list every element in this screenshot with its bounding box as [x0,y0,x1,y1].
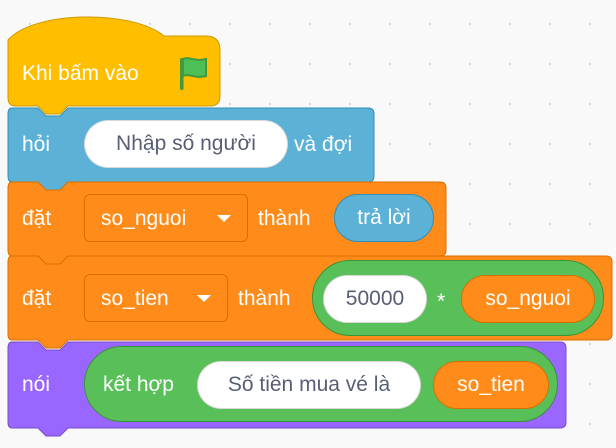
join-operator-reporter[interactable]: kết hợp Số tiền mua vé là so_tien [84,346,558,422]
set-so-tien-block[interactable]: đặt so_tien thành 50000 * so_nguoi [6,254,614,349]
ask-suffix-label: và đợi [294,133,353,156]
set-so-nguoi-block[interactable]: đặt so_nguoi thành trả lời [6,180,448,265]
multiply-sign: * [437,290,446,313]
set2-label: đặt [22,287,52,310]
set1-variable-name: so_nguoi [101,207,187,230]
hat-label: Khi bấm vào [22,62,139,85]
set1-variable-dropdown[interactable]: so_nguoi [84,194,248,242]
chevron-down-icon [197,295,211,302]
set2-variable-name: so_tien [101,287,169,310]
set2-variable-dropdown[interactable]: so_tien [84,274,228,322]
ask-question-input[interactable]: Nhập số người [84,120,288,168]
so-nguoi-variable-reporter[interactable]: so_nguoi [461,275,595,323]
so-tien-variable-reporter[interactable]: so_tien [433,361,549,409]
multiply-left-input[interactable]: 50000 [323,275,427,323]
say-label: nói [22,373,51,396]
ask-label: hỏi [22,133,51,156]
set2-connector: thành [238,287,291,310]
when-flag-clicked-block[interactable]: Khi bấm vào [6,8,222,115]
multiply-operator-reporter[interactable]: 50000 * so_nguoi [312,260,604,336]
ask-and-wait-block[interactable]: hỏi Nhập số người và đợi [6,106,376,191]
say-block[interactable]: nói kết hợp Số tiền mua vé là so_tien [6,340,568,437]
join-label: kết hợp [103,373,174,396]
script-stack[interactable]: Khi bấm vào hỏi Nhập số người và đợi đặt… [0,0,616,448]
chevron-down-icon [217,215,231,222]
answer-reporter[interactable]: trả lời [334,194,434,242]
join-text-input[interactable]: Số tiền mua vé là [197,361,421,409]
set1-connector: thành [258,207,311,230]
green-flag-icon [174,54,210,92]
set1-label: đặt [22,207,52,230]
